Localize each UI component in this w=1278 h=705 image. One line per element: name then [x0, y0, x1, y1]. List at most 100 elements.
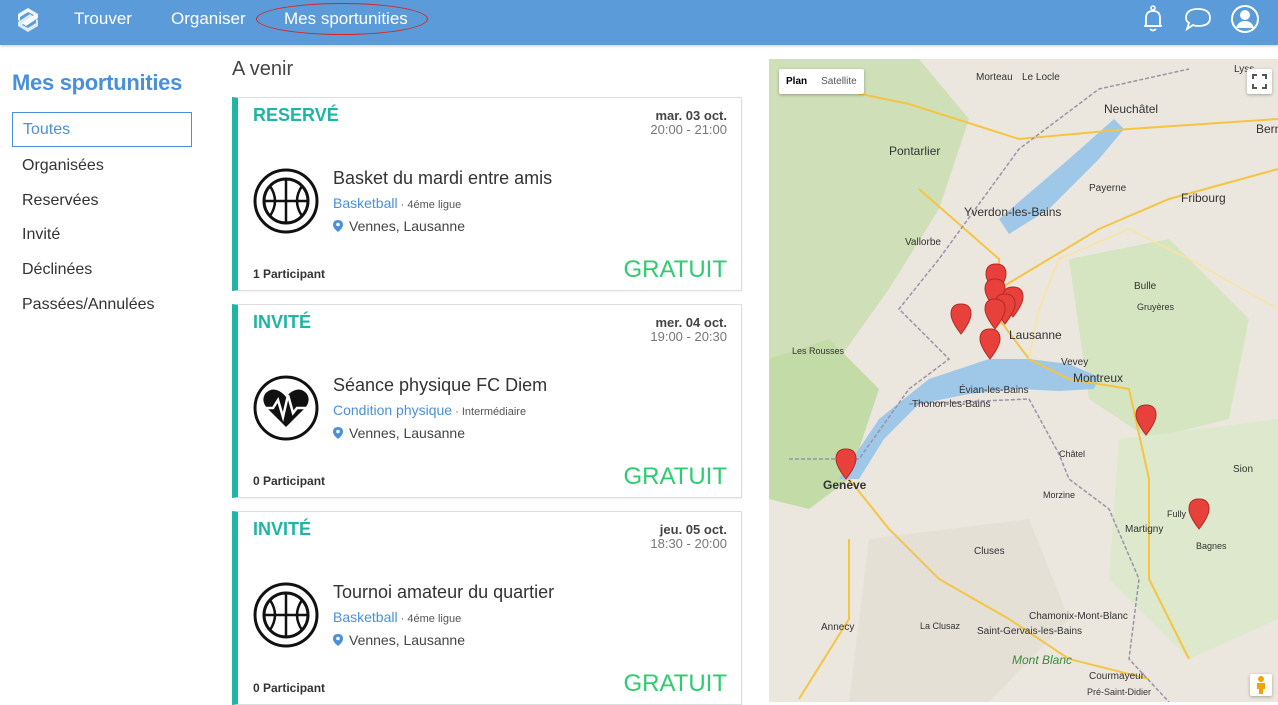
event-sport-line: Condition physique · Intermédiaire — [333, 402, 526, 418]
map-label: Bulle — [1134, 281, 1157, 292]
map-label: Mont Blanc — [1012, 653, 1073, 667]
sidebar-item-passees-annulees[interactable]: Passées/Annulées — [12, 288, 192, 323]
map-label: Morzine — [1043, 490, 1076, 500]
sidebar-item-invite[interactable]: Invité — [12, 218, 192, 253]
map-label: Annecy — [821, 622, 855, 633]
bell-icon[interactable] — [1138, 4, 1168, 34]
event-location-text: Vennes, Lausanne — [349, 218, 465, 234]
map-label: Morteau — [976, 72, 1013, 83]
event-participants: 1 Participant — [253, 267, 326, 281]
event-card[interactable]: INVITÉ mer. 04 oct. 19:00 - 20:30 Séance… — [232, 304, 742, 498]
map-label: Montreux — [1073, 371, 1124, 385]
map-label: Lausanne — [1009, 328, 1062, 342]
sportunity-logo-icon[interactable] — [14, 6, 42, 34]
event-time: 20:00 - 21:00 — [650, 122, 727, 137]
map-label: Le Locle — [1022, 72, 1060, 83]
map-label: Vallorbe — [905, 237, 941, 248]
map-label: Thonon-les-Bains — [912, 399, 991, 410]
event-date: jeu. 05 oct. — [659, 522, 727, 537]
basketball-icon — [253, 582, 319, 648]
map-label: Neuchâtel — [1104, 102, 1159, 116]
map-label: Bagnes — [1196, 541, 1227, 551]
event-title[interactable]: Tournoi amateur du quartier — [333, 582, 554, 603]
map-type-satellite[interactable]: Satellite — [814, 69, 864, 94]
event-sport-line: Basketball · 4éme ligue — [333, 195, 461, 211]
heartbeat-icon — [253, 375, 319, 441]
event-date: mar. 03 oct. — [655, 108, 727, 123]
event-participants: 0 Participant — [253, 474, 326, 488]
top-nav-bar: Trouver Organiser Mes sportunities — [0, 0, 1278, 45]
sidebar-item-organisees[interactable]: Organisées — [12, 149, 192, 184]
event-time: 18:30 - 20:00 — [650, 536, 727, 551]
separator-dot: · — [397, 613, 408, 625]
basketball-icon — [253, 168, 319, 234]
event-title[interactable]: Basket du mardi entre amis — [333, 168, 552, 189]
event-card[interactable]: INVITÉ jeu. 05 oct. 18:30 - 20:00 Tourno… — [232, 511, 742, 705]
event-title[interactable]: Séance physique FC Diem — [333, 375, 547, 396]
event-level: 4éme ligue — [407, 199, 462, 211]
user-profile-icon[interactable] — [1230, 4, 1260, 34]
location-pin-icon — [333, 634, 343, 646]
map-label: La Clusaz — [920, 621, 961, 631]
map-label: Évian-les-Bains — [959, 385, 1029, 396]
map-label: Les Rousses — [792, 346, 845, 356]
map-label: Pré-Saint-Didier — [1087, 687, 1152, 697]
event-price: GRATUIT — [623, 463, 727, 490]
separator-dot: · — [452, 406, 462, 418]
nav-highlight-ellipse — [256, 3, 428, 35]
event-level: 4éme ligue — [407, 613, 462, 625]
map-type-plan[interactable]: Plan — [779, 69, 814, 94]
sidebar-item-reservees[interactable]: Reservées — [12, 184, 192, 219]
nav-link-trouver[interactable]: Trouver — [74, 9, 132, 29]
event-location-text: Vennes, Lausanne — [349, 425, 465, 441]
event-sport-line: Basketball · 4éme ligue — [333, 609, 461, 625]
fullscreen-icon — [1252, 74, 1267, 89]
map-label: Cluses — [974, 546, 1005, 557]
map-label: Saint-Gervais-les-Bains — [977, 626, 1083, 637]
separator-dot: · — [397, 199, 408, 211]
map-label: Fribourg — [1181, 191, 1226, 205]
event-price: GRATUIT — [623, 670, 727, 697]
section-title: A venir — [232, 58, 294, 80]
map-terrain[interactable] — [769, 59, 1278, 702]
event-participants: 0 Participant — [253, 681, 326, 695]
sidebar-item-declinees[interactable]: Déclinées — [12, 253, 192, 288]
sidebar-title: Mes sportunities — [12, 70, 183, 95]
map-label: Gruyères — [1137, 302, 1175, 312]
event-location: Vennes, Lausanne — [333, 218, 465, 234]
map-label: Martigny — [1125, 524, 1164, 535]
map-label: Genève — [823, 478, 867, 492]
event-status: INVITÉ — [253, 312, 312, 332]
street-view-button[interactable] — [1250, 674, 1272, 696]
map-label: Payerne — [1089, 183, 1127, 194]
map-type-toggle: Plan Satellite — [779, 69, 864, 94]
chat-bubble-icon[interactable] — [1183, 4, 1213, 34]
map-label: Fully — [1167, 509, 1187, 519]
sidebar-item-toutes[interactable]: Toutes — [12, 112, 192, 147]
fullscreen-button[interactable] — [1247, 69, 1272, 94]
pegman-icon — [1257, 676, 1265, 694]
location-pin-icon — [333, 427, 343, 439]
event-location: Vennes, Lausanne — [333, 425, 465, 441]
event-time: 19:00 - 20:30 — [650, 329, 727, 344]
event-sport-link[interactable]: Basketball — [333, 195, 398, 211]
map-label: Bern — [1256, 122, 1278, 136]
map-label: Yverdon-les-Bains — [964, 205, 1062, 219]
event-status: RESERVÉ — [253, 105, 339, 125]
event-location-text: Vennes, Lausanne — [349, 632, 465, 648]
nav-link-organiser[interactable]: Organiser — [171, 9, 246, 29]
event-sport-link[interactable]: Condition physique — [333, 402, 452, 418]
event-level: Intermédiaire — [461, 406, 527, 418]
map-label: Châtel — [1059, 449, 1086, 459]
map-view[interactable]: Morteau Le Locle Lyss Neuchâtel Bern Pon… — [769, 59, 1278, 702]
event-location: Vennes, Lausanne — [333, 632, 465, 648]
event-date: mer. 04 oct. — [655, 315, 727, 330]
event-card[interactable]: RESERVÉ mar. 03 oct. 20:00 - 21:00 Baske… — [232, 97, 742, 291]
map-label: Sion — [1233, 464, 1254, 475]
event-status: INVITÉ — [253, 519, 312, 539]
map-label: Vevey — [1061, 357, 1089, 368]
map-label: Chamonix-Mont-Blanc — [1029, 611, 1128, 622]
location-pin-icon — [333, 220, 343, 232]
event-sport-link[interactable]: Basketball — [333, 609, 398, 625]
event-price: GRATUIT — [623, 256, 727, 283]
